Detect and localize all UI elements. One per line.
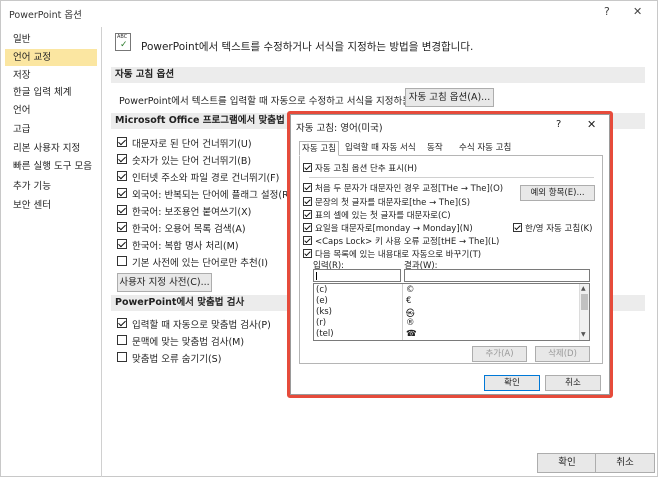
checkbox[interactable]: [303, 223, 312, 232]
list-item[interactable]: (e) €: [314, 296, 580, 307]
checkbox[interactable]: [117, 137, 127, 147]
checkbox[interactable]: [117, 239, 127, 249]
scroll-thumb[interactable]: [581, 294, 588, 310]
option-two-initial-caps[interactable]: 처음 두 문자가 대문자인 경우 교정[THe → The](O): [303, 182, 503, 194]
check-icon: ✓: [120, 40, 128, 50]
tab-autocorrect[interactable]: 자동 고침: [299, 141, 339, 156]
sidebar-item-korean-input[interactable]: 한글 입력 체계: [5, 84, 97, 101]
divider: [309, 177, 594, 178]
option-korean-aux-verb[interactable]: 한국어: 보조용언 붙여쓰기(X): [117, 204, 251, 218]
checkbox[interactable]: [117, 154, 127, 164]
list-item[interactable]: (c) ©: [314, 285, 580, 296]
checkbox[interactable]: [117, 188, 127, 198]
list-item[interactable]: (tel) ☎: [314, 329, 580, 340]
checkbox[interactable]: [117, 222, 127, 232]
checkbox[interactable]: [303, 197, 312, 206]
tab-actions[interactable]: 동작: [425, 141, 445, 156]
dialog-ok-button[interactable]: 확인: [484, 375, 540, 391]
sidebar-item-customize-ribbon[interactable]: 리본 사용자 지정: [5, 140, 97, 157]
option-hide-spelling-errors[interactable]: 맞춤법 오류 숨기기(S): [117, 351, 221, 365]
add-button[interactable]: 추가(A): [472, 346, 527, 362]
sidebar-item-proofing[interactable]: 언어 교정: [5, 49, 97, 66]
checkbox[interactable]: [303, 249, 312, 258]
list-item[interactable]: (ks) ㉿: [314, 307, 580, 319]
checkbox[interactable]: [303, 236, 312, 245]
sidebar-item-addins[interactable]: 추가 기능: [5, 178, 97, 195]
option-check-as-type[interactable]: 입력할 때 자동으로 맞춤법 검사(P): [117, 317, 271, 331]
close-icon[interactable]: ✕: [633, 5, 642, 18]
sidebar-item-quick-access[interactable]: 빠른 실행 도구 모음: [5, 158, 97, 175]
column-divider: [402, 284, 403, 340]
option-hanyoung-autocorrect[interactable]: 한/영 자동 고침(K): [513, 222, 592, 234]
intro-text: PowerPoint에서 텍스트를 수정하거나 서식을 지정하는 방법을 변경합…: [141, 41, 474, 53]
autocorrect-entries-list[interactable]: (c) © (e) € (ks) ㉿ (r) ® (tel) ☎ ▲ ▼: [313, 283, 590, 341]
tab-autoformat-as-type[interactable]: 입력할 때 자동 서식: [343, 141, 418, 156]
sidebar-item-advanced[interactable]: 고급: [5, 121, 97, 138]
checkbox[interactable]: [117, 171, 127, 181]
option-korean-compound[interactable]: 한국어: 복합 명사 처리(M): [117, 238, 239, 252]
sidebar-item-general[interactable]: 일반: [5, 31, 97, 48]
sidebar-item-trust-center[interactable]: 보안 센터: [5, 197, 97, 214]
checkbox[interactable]: [303, 183, 312, 192]
checkbox[interactable]: [303, 210, 312, 219]
option-main-dict-only[interactable]: 기본 사전에 있는 단어로만 추천(I): [117, 255, 268, 269]
scroll-up-icon[interactable]: ▲: [581, 285, 586, 292]
with-input[interactable]: [404, 269, 590, 282]
sidebar-item-language[interactable]: 언어: [5, 102, 97, 119]
dialog-cancel-button[interactable]: 취소: [545, 375, 601, 391]
dialog-title: 자동 고침: 영어(미국): [296, 123, 383, 134]
option-capitalize-days[interactable]: 요일을 대문자로[monday → Monday](N): [303, 222, 473, 234]
checkbox[interactable]: [513, 223, 522, 232]
option-show-buttons[interactable]: 자동 고침 옵션 단추 표시(H): [303, 162, 417, 174]
list-item[interactable]: (r) ®: [314, 318, 580, 329]
cancel-button[interactable]: 취소: [595, 453, 655, 473]
option-capitalize-sentences[interactable]: 문장의 첫 글자를 대문자로[the → The](S): [303, 196, 470, 208]
list-scrollbar[interactable]: ▲ ▼: [579, 284, 589, 340]
option-caps-lock[interactable]: <Caps Lock> 키 사용 오류 교정[tHE → The](L): [303, 235, 499, 247]
checkbox[interactable]: [117, 318, 127, 328]
autocorrect-options-button[interactable]: 자동 고침 옵션(A)...: [405, 88, 494, 107]
dialog-close-icon[interactable]: ✕: [587, 118, 596, 131]
scroll-down-icon[interactable]: ▼: [581, 331, 586, 338]
option-contextual-spelling[interactable]: 문맥에 맞는 맞춤법 검사(M): [117, 334, 244, 348]
option-korean-misuse[interactable]: 한국어: 오용어 목록 검색(A): [117, 221, 246, 235]
checkbox[interactable]: [117, 352, 127, 362]
dialog-help-icon[interactable]: ?: [556, 119, 561, 130]
option-flag-repeated[interactable]: 외국어: 반복되는 단어에 플래그 설정(R): [117, 187, 292, 201]
window-title: PowerPoint 옵션: [9, 10, 82, 21]
sidebar-item-save[interactable]: 저장: [5, 67, 97, 84]
delete-button[interactable]: 삭제(D): [535, 346, 590, 362]
option-capitalize-table-cells[interactable]: 표의 셀에 있는 첫 글자를 대문자로(C): [303, 209, 451, 221]
tab-math-autocorrect[interactable]: 수식 자동 고침: [457, 141, 513, 156]
custom-dictionaries-button[interactable]: 사용자 지정 사전(C)...: [117, 273, 212, 292]
checkbox[interactable]: [117, 335, 127, 345]
autocorrect-dialog: 자동 고침: 영어(미국) ? ✕ 자동 고침 입력할 때 자동 서식 동작 수…: [290, 114, 610, 395]
option-ignore-uppercase[interactable]: 대문자로 된 단어 건너뛰기(U): [117, 136, 252, 150]
dialog-tabs: 자동 고침 입력할 때 자동 서식 동작 수식 자동 고침: [299, 141, 603, 156]
help-icon[interactable]: ?: [604, 5, 610, 18]
autocorrect-section-header: 자동 고침 옵션: [111, 67, 645, 83]
checkbox[interactable]: [117, 205, 127, 215]
option-ignore-internet[interactable]: 인터넷 주소와 파일 경로 건너뛰기(F): [117, 170, 279, 184]
checkbox[interactable]: [303, 163, 312, 172]
option-ignore-numbers[interactable]: 숫자가 있는 단어 건너뛰기(B): [117, 153, 251, 167]
sidebar: 일반 언어 교정 저장 한글 입력 체계 언어 고급 리본 사용자 지정 빠른 …: [1, 27, 102, 477]
proofing-abc-icon: ABC ✓: [115, 33, 131, 51]
checkbox[interactable]: [117, 256, 127, 266]
replace-input[interactable]: [313, 269, 401, 282]
exceptions-button[interactable]: 예외 항목(E)...: [520, 185, 595, 201]
title-bar: PowerPoint 옵션 ? ✕: [1, 1, 657, 25]
ok-button[interactable]: 확인: [537, 453, 597, 473]
